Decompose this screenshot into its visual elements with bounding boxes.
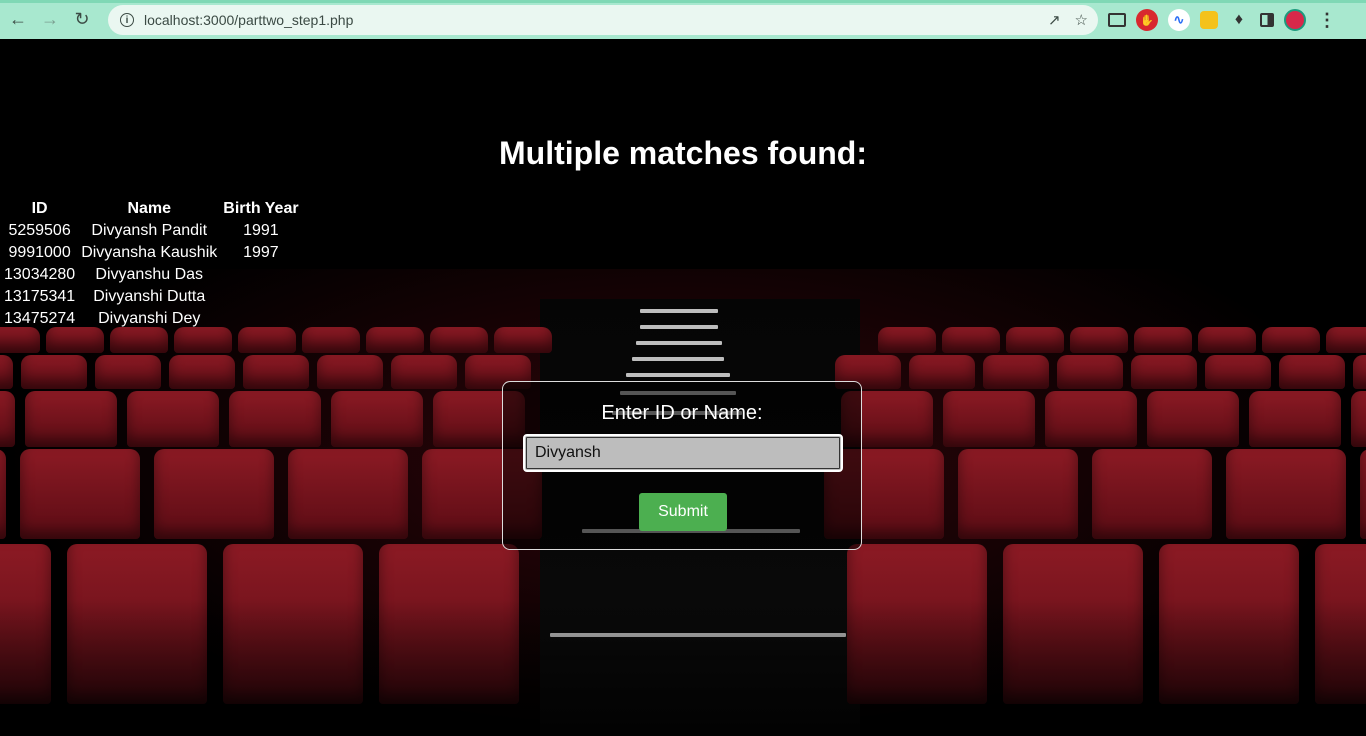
theater-seat: [1092, 449, 1212, 539]
theater-seat: [331, 391, 423, 447]
cell-birth-year: [221, 287, 300, 307]
bookmark-star-icon[interactable]: ☆: [1075, 13, 1088, 28]
aisle-step-light: [636, 341, 722, 345]
theater-seat: [1006, 327, 1064, 353]
theater-seat: [1070, 327, 1128, 353]
theater-seat: [317, 355, 383, 389]
theater-seat: [288, 449, 408, 539]
submit-button[interactable]: Submit: [639, 493, 727, 531]
theater-seat: [169, 355, 235, 389]
theater-seat: [1279, 355, 1345, 389]
cell-birth-year: [221, 309, 300, 329]
theater-seat: [391, 355, 457, 389]
theater-seat: [1057, 355, 1123, 389]
theater-seat: [1262, 327, 1320, 353]
theater-seat: [0, 449, 6, 539]
table-row: 9991000 Divyansha Kaushik 1997: [2, 243, 301, 263]
page-title: Multiple matches found:: [499, 135, 867, 171]
theater-seat: [943, 391, 1035, 447]
screen-cast-icon[interactable]: [1108, 13, 1126, 27]
kebab-menu-icon[interactable]: ⋮: [1316, 9, 1338, 31]
table-header-row: ID Name Birth Year: [2, 199, 301, 219]
search-input[interactable]: [523, 434, 843, 472]
search-label: Enter ID or Name:: [601, 402, 763, 424]
theater-seat: [1134, 327, 1192, 353]
cell-id: 9991000: [8, 244, 71, 261]
reload-icon[interactable]: ↻: [68, 6, 96, 34]
cell-name: Divyanshi Dey: [98, 310, 201, 327]
cell-name: Divyansha Kaushik: [81, 244, 218, 261]
theater-seat: [1249, 391, 1341, 447]
bottom-shade: [0, 599, 1366, 736]
theater-seat: [430, 327, 488, 353]
cell-id: 13175341: [4, 288, 76, 305]
theater-seat: [1326, 327, 1366, 353]
column-header-birth-year: Birth Year: [223, 200, 299, 217]
theater-seat: [366, 327, 424, 353]
theater-seat: [302, 327, 360, 353]
theater-seat: [0, 355, 13, 389]
site-info-icon[interactable]: i: [120, 13, 134, 27]
aisle-step-light: [626, 373, 730, 377]
forward-arrow-icon[interactable]: →: [36, 6, 64, 34]
theater-seat: [878, 327, 936, 353]
theater-seat: [243, 355, 309, 389]
column-header-id: ID: [31, 200, 48, 217]
theater-seat: [154, 449, 274, 539]
url-text[interactable]: localhost:3000/parttwo_step1.php: [144, 12, 353, 28]
tab-strip: [0, 0, 1366, 3]
table-row: 5259506 Divyansh Pandit 1991: [2, 221, 301, 241]
theater-seat: [0, 391, 15, 447]
browser-toolbar: ← → ↻ i localhost:3000/parttwo_step1.php…: [0, 0, 1366, 39]
theater-seat: [1360, 449, 1366, 539]
side-panel-icon[interactable]: [1260, 13, 1274, 27]
theater-seat: [1353, 355, 1366, 389]
aisle-step-light: [632, 357, 724, 361]
results-table: ID Name Birth Year 5259506 Divyansh Pand…: [0, 197, 303, 331]
cell-birth-year: 1991: [243, 222, 279, 239]
yellow-extension-icon[interactable]: [1200, 11, 1218, 29]
page-content: Multiple matches found: ID Name Birth Ye…: [0, 39, 1366, 736]
address-bar[interactable]: i localhost:3000/parttwo_step1.php ↗ ☆: [108, 5, 1098, 35]
theater-seat: [229, 391, 321, 447]
cell-name: Divyansh Pandit: [91, 222, 208, 239]
cell-id: 13034280: [4, 266, 76, 283]
theater-seat: [21, 355, 87, 389]
profile-avatar-icon[interactable]: [1284, 9, 1306, 31]
theater-seat: [909, 355, 975, 389]
theater-seat: [25, 391, 117, 447]
cell-id: 13475274: [4, 310, 76, 327]
theater-seat: [958, 449, 1078, 539]
theater-seat: [942, 327, 1000, 353]
table-row: 13034280 Divyanshu Das: [2, 265, 301, 285]
theater-seat: [1045, 391, 1137, 447]
table-row: 13475274 Divyanshi Dey: [2, 309, 301, 329]
back-arrow-icon[interactable]: ←: [4, 6, 32, 34]
theater-seat: [1226, 449, 1346, 539]
extensions-puzzle-icon[interactable]: ♦: [1228, 9, 1250, 31]
aisle-step-light: [640, 309, 718, 313]
cell-birth-year: 1997: [243, 244, 279, 261]
theater-seat: [95, 355, 161, 389]
theater-seat: [1205, 355, 1271, 389]
search-form: Enter ID or Name: Submit: [502, 381, 862, 550]
theater-seat: [494, 327, 552, 353]
cell-name: Divyanshu Das: [95, 266, 204, 283]
wave-extension-icon[interactable]: ∿: [1168, 9, 1190, 31]
aisle-step-light: [640, 325, 718, 329]
theater-seat: [1351, 391, 1366, 447]
cell-id: 5259506: [8, 222, 71, 239]
table-row: 13175341 Divyanshi Dutta: [2, 287, 301, 307]
theater-seat: [20, 449, 140, 539]
theater-seat: [127, 391, 219, 447]
cell-birth-year: [221, 265, 300, 285]
column-header-name: Name: [127, 200, 172, 217]
theater-seat: [1198, 327, 1256, 353]
cell-name: Divyanshi Dutta: [93, 288, 206, 305]
stop-hand-extension-icon[interactable]: ✋: [1136, 9, 1158, 31]
theater-seat: [1131, 355, 1197, 389]
theater-seat: [1147, 391, 1239, 447]
share-icon[interactable]: ↗: [1048, 13, 1061, 28]
theater-seat: [983, 355, 1049, 389]
